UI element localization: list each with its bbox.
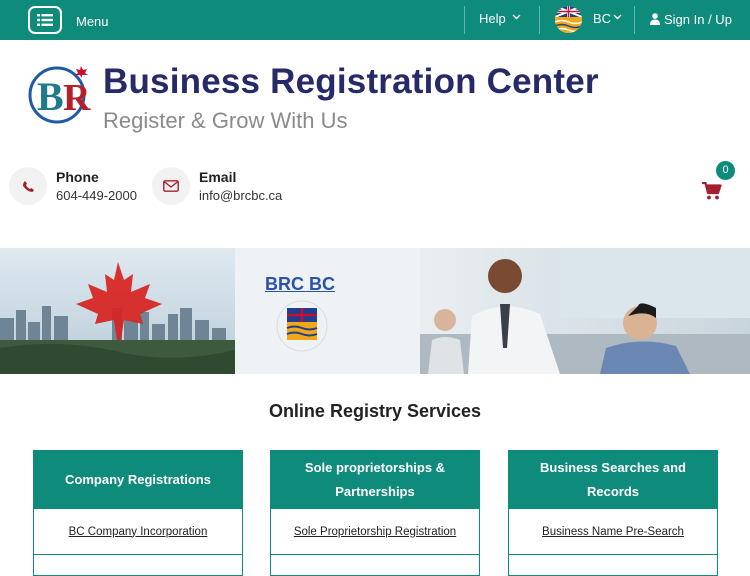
service-link[interactable]: Business Name Pre-Search bbox=[509, 509, 717, 555]
hero-banner: BRC BC bbox=[0, 248, 750, 374]
banner-image bbox=[0, 248, 750, 374]
envelope-icon bbox=[163, 180, 179, 192]
menu-button[interactable] bbox=[28, 6, 62, 34]
bc-flag-icon[interactable] bbox=[555, 6, 582, 33]
phone-icon bbox=[22, 180, 34, 192]
logo-letter-b: B bbox=[37, 74, 64, 119]
email-address[interactable]: info@brcbc.ca bbox=[199, 188, 282, 203]
card-heading: Business Searches and Records bbox=[509, 451, 717, 509]
site-title: Business Registration Center bbox=[103, 62, 599, 101]
list-icon bbox=[37, 14, 53, 26]
service-link[interactable]: Sole Proprietorship Registration bbox=[271, 509, 479, 555]
help-dropdown[interactable]: Help bbox=[479, 11, 506, 26]
region-dropdown[interactable]: BC bbox=[593, 11, 611, 26]
chevron-down-icon[interactable] bbox=[613, 14, 622, 20]
list-item bbox=[509, 555, 717, 575]
logo-letter-r: R bbox=[63, 77, 91, 119]
top-navbar: Menu Help BC Sign In / Up bbox=[0, 0, 750, 40]
cart-icon[interactable] bbox=[702, 182, 722, 200]
user-icon[interactable] bbox=[650, 13, 660, 25]
menu-label[interactable]: Menu bbox=[76, 14, 109, 29]
chevron-down-icon[interactable] bbox=[512, 14, 521, 20]
list-item bbox=[271, 555, 479, 575]
brand-logo[interactable]: B R bbox=[25, 62, 97, 126]
phone-number[interactable]: 604-449-2000 bbox=[56, 188, 137, 203]
phone-title: Phone bbox=[56, 169, 99, 185]
service-card-business-searches: Business Searches and Records Business N… bbox=[508, 450, 718, 576]
service-card-sole-proprietorships: Sole proprietorships & Partnerships Sole… bbox=[270, 450, 480, 576]
divider bbox=[539, 6, 540, 34]
divider bbox=[634, 6, 635, 34]
banner-title: BRC BC bbox=[265, 274, 335, 294]
site-tagline: Register & Grow With Us bbox=[103, 108, 348, 133]
card-heading: Sole proprietorships & Partnerships bbox=[271, 451, 479, 509]
card-heading: Company Registrations bbox=[34, 451, 242, 509]
email-title: Email bbox=[199, 169, 237, 185]
service-link[interactable]: BC Company Incorporation bbox=[34, 509, 242, 555]
email-icon-circle bbox=[152, 167, 190, 205]
service-card-company-registrations: Company Registrations BC Company Incorpo… bbox=[33, 450, 243, 576]
phone-icon-circle bbox=[9, 167, 47, 205]
cart-count-badge: 0 bbox=[716, 161, 735, 180]
services-heading: Online Registry Services bbox=[268, 401, 482, 421]
sign-in-link[interactable]: Sign In / Up bbox=[664, 12, 732, 27]
divider bbox=[464, 6, 465, 34]
list-item bbox=[34, 555, 242, 575]
